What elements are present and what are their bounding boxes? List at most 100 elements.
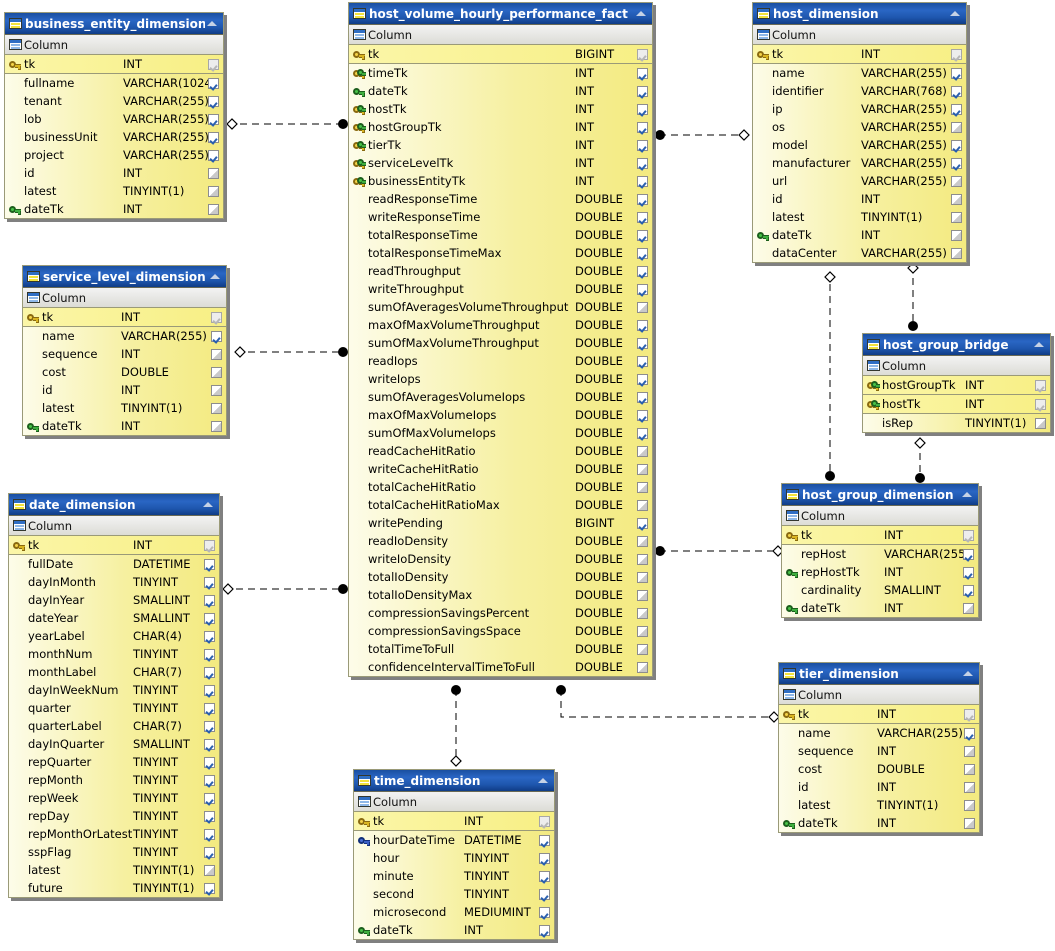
column-row[interactable]: lob VARCHAR(255): [5, 110, 223, 128]
column-checkbox-cell[interactable]: [208, 311, 224, 323]
column-checkbox-cell[interactable]: [201, 756, 217, 768]
column-row[interactable]: sequence INT: [779, 742, 979, 760]
column-row[interactable]: compressionSavingsPercent DOUBLE: [349, 604, 652, 622]
column-row[interactable]: dateTk INT: [5, 200, 223, 218]
column-row[interactable]: tk INT: [354, 812, 554, 831]
checkbox-checked-icon[interactable]: [207, 131, 219, 143]
column-row[interactable]: readThroughput DOUBLE: [349, 262, 652, 280]
column-checkbox-cell[interactable]: [208, 420, 224, 432]
column-checkbox-cell[interactable]: [961, 708, 977, 720]
checkbox-checked-icon[interactable]: [538, 888, 550, 900]
rel-fact-to-time[interactable]: [450, 685, 462, 767]
checkbox-checked-icon[interactable]: [962, 548, 974, 560]
column-row[interactable]: id INT: [779, 778, 979, 796]
column-checkbox-cell[interactable]: [948, 193, 964, 205]
checkbox-readonly-checked-icon[interactable]: [538, 815, 550, 827]
column-row[interactable]: confidenceIntervalTimeToFull DOUBLE: [349, 658, 652, 676]
column-row[interactable]: sumOfMaxVolumeThroughput DOUBLE: [349, 334, 652, 352]
column-row[interactable]: hostGroupTk INT: [349, 118, 652, 136]
column-row[interactable]: totalIoDensityMax DOUBLE: [349, 586, 652, 604]
checkbox-checked-icon[interactable]: [203, 612, 215, 624]
column-row[interactable]: dataCenter VARCHAR(255): [753, 244, 966, 262]
column-checkbox-cell[interactable]: [634, 175, 650, 187]
column-checkbox-cell[interactable]: [961, 745, 977, 757]
column-row[interactable]: dateTk INT: [779, 814, 979, 832]
column-checkbox-cell[interactable]: [201, 738, 217, 750]
checkbox-readonly-checked-icon[interactable]: [207, 58, 219, 70]
checkbox-checked-icon[interactable]: [950, 85, 962, 97]
column-row[interactable]: quarter TINYINT: [9, 699, 219, 717]
column-row[interactable]: writeResponseTime DOUBLE: [349, 208, 652, 226]
column-checkbox-cell[interactable]: [634, 661, 650, 673]
table-host_group_dimension[interactable]: host_group_dimension Column tk INT repHost VA…: [781, 483, 979, 618]
checkbox-checked-icon[interactable]: [203, 810, 215, 822]
column-checkbox-cell[interactable]: [205, 185, 221, 197]
checkbox-unchecked-icon[interactable]: [636, 499, 648, 511]
checkbox-unchecked-icon[interactable]: [210, 402, 222, 414]
column-checkbox-cell[interactable]: [634, 571, 650, 583]
column-checkbox-cell[interactable]: [948, 175, 964, 187]
column-row[interactable]: repDay TINYINT: [9, 807, 219, 825]
column-row[interactable]: name VARCHAR(255): [23, 327, 226, 345]
checkbox-checked-icon[interactable]: [203, 702, 215, 714]
column-row[interactable]: cost DOUBLE: [779, 760, 979, 778]
checkbox-checked-icon[interactable]: [636, 85, 648, 97]
checkbox-unchecked-icon[interactable]: [210, 384, 222, 396]
column-checkbox-cell[interactable]: [201, 774, 217, 786]
column-checkbox-cell[interactable]: [208, 348, 224, 360]
checkbox-checked-icon[interactable]: [636, 211, 648, 223]
checkbox-readonly-checked-icon[interactable]: [962, 529, 974, 541]
table-tier_dimension[interactable]: tier_dimension Column tk INT name VARCHAR(255…: [778, 662, 980, 833]
checkbox-readonly-checked-icon[interactable]: [203, 539, 215, 551]
column-checkbox-cell[interactable]: [201, 576, 217, 588]
column-row[interactable]: dateTk INT: [23, 417, 226, 435]
checkbox-unchecked-icon[interactable]: [963, 817, 975, 829]
column-checkbox-cell[interactable]: [634, 67, 650, 79]
column-checkbox-cell[interactable]: [948, 48, 964, 60]
column-row[interactable]: readIops DOUBLE: [349, 352, 652, 370]
collapse-chevron-up-icon[interactable]: [208, 270, 223, 283]
column-checkbox-cell[interactable]: [536, 870, 552, 882]
column-row[interactable]: writeThroughput DOUBLE: [349, 280, 652, 298]
column-row[interactable]: latest TINYINT(1): [5, 182, 223, 200]
column-row[interactable]: tk INT: [779, 705, 979, 724]
column-row[interactable]: minute TINYINT: [354, 867, 554, 885]
column-checkbox-cell[interactable]: [201, 828, 217, 840]
column-row[interactable]: project VARCHAR(255): [5, 146, 223, 164]
column-row[interactable]: ip VARCHAR(255): [753, 100, 966, 118]
column-checkbox-cell[interactable]: [201, 702, 217, 714]
collapse-chevron-up-icon[interactable]: [1032, 338, 1047, 351]
column-row[interactable]: fullDate DATETIME: [9, 555, 219, 573]
column-row[interactable]: dayInQuarter SMALLINT: [9, 735, 219, 753]
table-titlebar-date_dimension[interactable]: date_dimension: [9, 494, 219, 516]
column-row[interactable]: tk BIGINT: [349, 45, 652, 64]
column-checkbox-cell[interactable]: [634, 283, 650, 295]
checkbox-checked-icon[interactable]: [203, 576, 215, 588]
checkbox-unchecked-icon[interactable]: [207, 203, 219, 215]
checkbox-unchecked-icon[interactable]: [950, 211, 962, 223]
checkbox-checked-icon[interactable]: [203, 630, 215, 642]
column-checkbox-cell[interactable]: [960, 602, 976, 614]
column-row[interactable]: dateTk INT: [354, 921, 554, 939]
column-checkbox-cell[interactable]: [948, 157, 964, 169]
column-checkbox-cell[interactable]: [201, 594, 217, 606]
column-checkbox-cell[interactable]: [634, 535, 650, 547]
column-row[interactable]: hour TINYINT: [354, 849, 554, 867]
checkbox-checked-icon[interactable]: [950, 157, 962, 169]
checkbox-unchecked-icon[interactable]: [950, 229, 962, 241]
column-row[interactable]: totalCacheHitRatio DOUBLE: [349, 478, 652, 496]
column-checkbox-cell[interactable]: [634, 391, 650, 403]
table-titlebar-tier_dimension[interactable]: tier_dimension: [779, 663, 979, 685]
column-checkbox-cell[interactable]: [961, 781, 977, 793]
column-checkbox-cell[interactable]: [961, 817, 977, 829]
checkbox-unchecked-icon[interactable]: [963, 781, 975, 793]
column-row[interactable]: microsecond MEDIUMINT: [354, 903, 554, 921]
column-row[interactable]: future TINYINT(1): [9, 879, 219, 897]
column-row[interactable]: sumOfAveragesVolumeThroughput DOUBLE: [349, 298, 652, 316]
collapse-chevron-up-icon[interactable]: [948, 7, 963, 20]
column-row[interactable]: dateTk INT: [349, 82, 652, 100]
column-checkbox-cell[interactable]: [208, 366, 224, 378]
checkbox-unchecked-icon[interactable]: [636, 661, 648, 673]
column-checkbox-cell[interactable]: [208, 402, 224, 414]
checkbox-unchecked-icon[interactable]: [950, 193, 962, 205]
